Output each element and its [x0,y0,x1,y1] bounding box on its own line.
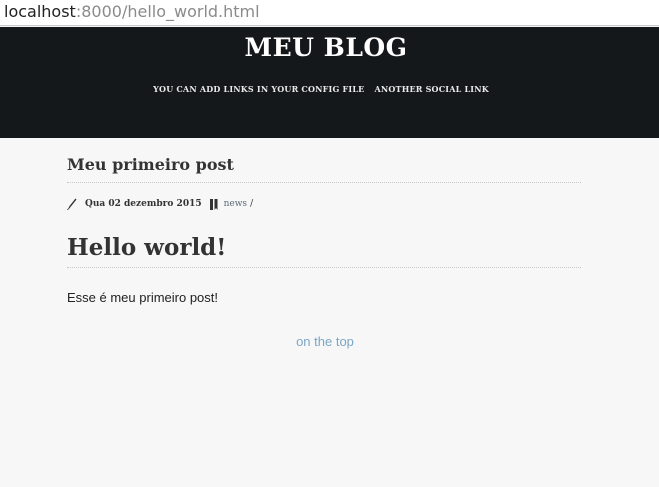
url-text[interactable]: localhost:8000/hello_world.html [4,2,260,22]
meta-separator: / [250,199,254,209]
article-heading: Hello world! [67,233,581,268]
url-path: :8000/hello_world.html [75,2,260,21]
address-bar[interactable]: localhost:8000/hello_world.html [0,0,659,26]
main-content: Meu primeiro post Qua 02 dezembro 2015 n… [67,150,581,307]
category-link[interactable]: news [224,199,247,209]
back-to-top-link[interactable]: on the top [296,334,354,349]
post-date: Qua 02 dezembro 2015 [85,199,202,209]
site-nav: YOU CAN ADD LINKS IN YOUR CONFIG FILE ANO… [0,83,642,95]
pen-icon [67,198,77,211]
site-header: MEU BLOG YOU CAN ADD LINKS IN YOUR CONFI… [0,27,659,138]
bookmark-icon [209,198,218,210]
nav-link-config[interactable]: YOU CAN ADD LINKS IN YOUR CONFIG FILE [153,83,364,95]
post-meta: Qua 02 dezembro 2015 news / [67,196,581,212]
site-title[interactable]: MEU BLOG [0,32,652,64]
back-to-top: on the top [0,333,650,351]
url-host: localhost [4,2,76,21]
nav-link-social[interactable]: ANOTHER SOCIAL LINK [374,83,488,95]
article-body: Esse é meu primeiro post! [67,290,219,305]
post-title[interactable]: Meu primeiro post [67,150,581,183]
